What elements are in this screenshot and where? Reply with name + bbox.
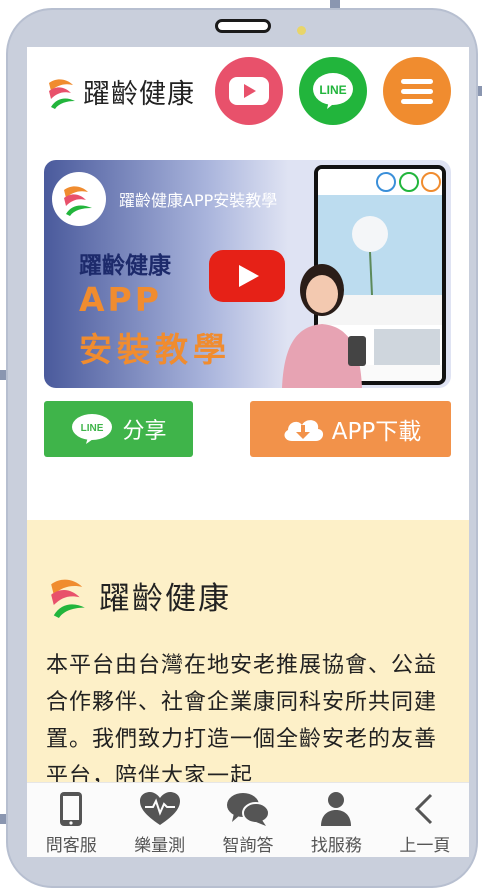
phone-speaker (215, 19, 271, 33)
menu-button[interactable] (383, 57, 451, 125)
brand-title: 躍齡健康 (83, 79, 195, 110)
line-icon: LINE (72, 414, 113, 444)
tab-find-service[interactable]: 找服務 (292, 783, 380, 857)
chat-bubbles-icon (227, 793, 271, 826)
video-install-text: 安裝教學 (79, 330, 231, 369)
phone-camera (297, 26, 306, 35)
tab-label: 樂量測 (134, 836, 186, 856)
tab-label: 智詢答 (222, 836, 274, 856)
presenter-image (266, 260, 376, 388)
channel-logo-icon (64, 186, 92, 216)
line-button[interactable]: LINE (299, 57, 367, 125)
video-thumbnail[interactable]: 躍齡健康APP安裝教學 躍齡健康 APP 安裝教學 (44, 160, 451, 388)
app-download-label: APP下載 (331, 419, 422, 445)
cloud-download-icon (284, 420, 323, 441)
brand-leaf-icon (51, 579, 85, 618)
line-share-label: 分享 (122, 419, 167, 444)
hamburger-icon (401, 79, 433, 104)
tab-measure[interactable]: 樂量測 (115, 783, 203, 857)
brand-logo[interactable]: 躍齡健康 (47, 72, 195, 111)
person-icon (321, 792, 352, 826)
line-icon: LINE (313, 73, 353, 109)
tab-label: 找服務 (310, 836, 362, 856)
about-title: 躍齡健康 (99, 581, 231, 617)
app-screen: 躍齡健康 LINE 躍齡健康APP安裝教學 躍齡健康 APP 安裝教學 LINE… (27, 47, 469, 857)
about-heading: 躍齡健康 (47, 573, 231, 618)
heartbeat-icon (139, 792, 180, 825)
video-title[interactable]: 躍齡健康APP安裝教學 (119, 187, 277, 211)
svg-text:LINE: LINE (319, 83, 346, 97)
header: 躍齡健康 LINE (27, 47, 469, 157)
svg-text:LINE: LINE (81, 423, 104, 434)
about-description: 本平台由台灣在地安老推展協會、公益合作夥伴、社會企業康同科安所共同建置。我們致力… (46, 653, 438, 789)
phone-icon (60, 792, 83, 826)
youtube-icon (229, 77, 269, 105)
video-app-text: APP (79, 280, 162, 319)
tab-label: 上一頁 (399, 836, 451, 856)
tab-qa[interactable]: 智詢答 (204, 783, 292, 857)
video-brand-text: 躍齡健康 (79, 253, 171, 279)
tab-customer-service[interactable]: 問客服 (27, 783, 115, 857)
brand-leaf-icon (49, 78, 75, 109)
youtube-button[interactable] (215, 57, 283, 125)
chevron-left-icon (414, 793, 432, 825)
tab-label: 問客服 (45, 836, 97, 856)
channel-avatar[interactable] (52, 172, 106, 226)
bottom-tab-bar: 問客服 樂量測 智詢答 找服務 上一頁 (27, 782, 469, 857)
tab-back[interactable]: 上一頁 (381, 783, 469, 857)
app-download-button[interactable]: APP下載 (250, 401, 451, 457)
line-share-button[interactable]: LINE 分享 (44, 401, 193, 457)
